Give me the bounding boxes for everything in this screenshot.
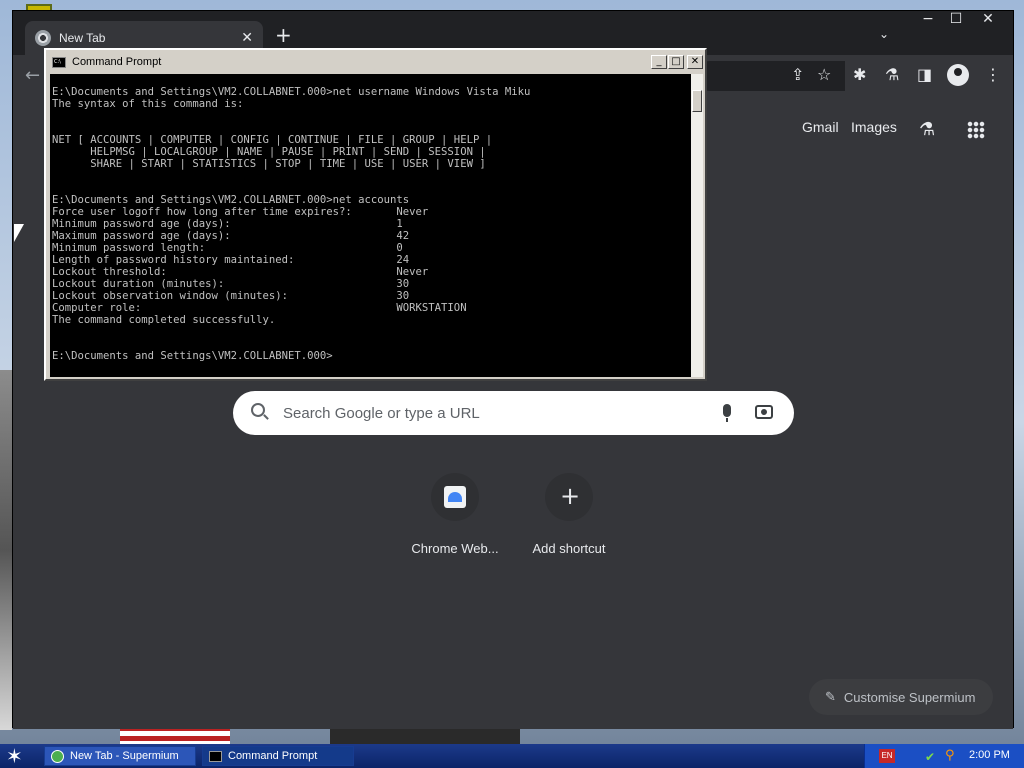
profile-avatar-icon[interactable] <box>947 64 969 86</box>
cmd-console[interactable]: E:\Documents and Settings\VM2.COLLABNET.… <box>50 74 691 377</box>
window-minimize-button[interactable]: − <box>913 11 943 29</box>
window-close-button[interactable]: ✕ <box>973 11 1003 29</box>
microphone-icon[interactable] <box>723 404 731 422</box>
bookmark-star-icon[interactable]: ☆ <box>817 66 831 84</box>
shortcut-label: Chrome Web... <box>411 541 499 556</box>
pencil-icon: ✎ <box>825 689 836 704</box>
side-panel-icon[interactable]: ◨ <box>917 66 932 84</box>
cmd-title-bar[interactable]: Command Prompt _ □ ✕ <box>48 52 703 72</box>
mouse-cursor-icon <box>14 224 24 242</box>
taskbar-item-browser[interactable]: New Tab - Supermium <box>44 746 196 766</box>
shortcut-tile <box>431 473 479 521</box>
wallpaper-strip <box>0 370 12 730</box>
tab-search-chevron-icon[interactable]: ⌄ <box>879 27 889 41</box>
gmail-link[interactable]: Gmail <box>802 119 839 135</box>
taskbar-item-label: Command Prompt <box>228 750 318 762</box>
menu-kebab-icon[interactable]: ⋮ <box>985 66 1001 84</box>
taskbar: ✶ New Tab - Supermium Command Prompt EN … <box>0 744 1024 768</box>
apps-grid-icon[interactable] <box>967 121 985 139</box>
command-prompt-window: Command Prompt _ □ ✕ E:\Documents and Se… <box>44 48 707 381</box>
language-indicator[interactable]: EN <box>879 749 895 763</box>
cmd-icon <box>209 750 222 762</box>
cmd-output: E:\Documents and Settings\VM2.COLLABNET.… <box>52 86 531 362</box>
camera-lens-icon[interactable] <box>755 405 773 419</box>
share-icon[interactable]: ⇪ <box>791 66 804 84</box>
start-button[interactable]: ✶ <box>6 745 23 767</box>
tab-title: New Tab <box>59 31 106 45</box>
search-box[interactable] <box>233 391 794 435</box>
new-tab-button[interactable]: + <box>275 25 292 45</box>
search-icon <box>251 403 265 417</box>
labs-icon[interactable]: ⚗ <box>885 66 899 84</box>
plus-icon: + <box>560 482 581 510</box>
cmd-scroll-thumb[interactable] <box>692 90 702 112</box>
images-link[interactable]: Images <box>851 119 897 135</box>
cmd-minimize-button[interactable]: _ <box>651 55 667 69</box>
cmd-scrollbar[interactable] <box>691 74 703 377</box>
shortcut-tile: + <box>545 473 593 521</box>
chrome-favicon-icon <box>35 30 51 46</box>
web-store-icon <box>444 486 466 508</box>
network-icon[interactable]: ✔ <box>925 750 935 764</box>
chrome-icon <box>51 749 64 763</box>
ntp-labs-icon[interactable]: ⚗ <box>919 119 935 140</box>
window-maximize-button[interactable]: ☐ <box>941 11 971 29</box>
customise-button[interactable]: ✎ Customise Supermium <box>809 679 993 715</box>
back-arrow-icon[interactable]: ← <box>25 65 40 86</box>
taskbar-item-cmd[interactable]: Command Prompt <box>202 746 354 766</box>
system-tray: EN ✔ ⚲ 2:00 PM <box>864 744 1024 768</box>
tab-close-icon[interactable]: ✕ <box>241 30 253 46</box>
clock[interactable]: 2:00 PM <box>969 749 1010 761</box>
cmd-app-icon <box>52 56 66 68</box>
shortcut-label: Add shortcut <box>532 541 606 556</box>
cmd-close-button[interactable]: ✕ <box>687 55 703 69</box>
cmd-title: Command Prompt <box>72 56 162 68</box>
search-input[interactable] <box>283 401 703 425</box>
search-tray-icon[interactable]: ⚲ <box>945 748 955 763</box>
cmd-maximize-button[interactable]: □ <box>668 55 684 69</box>
taskbar-item-label: New Tab - Supermium <box>70 750 179 762</box>
shortcut-chrome-web-store[interactable]: Chrome Web... <box>399 473 511 556</box>
extensions-icon[interactable]: ✱ <box>853 66 866 84</box>
shortcut-add[interactable]: + Add shortcut <box>513 473 625 556</box>
customise-label: Customise Supermium <box>843 689 976 705</box>
